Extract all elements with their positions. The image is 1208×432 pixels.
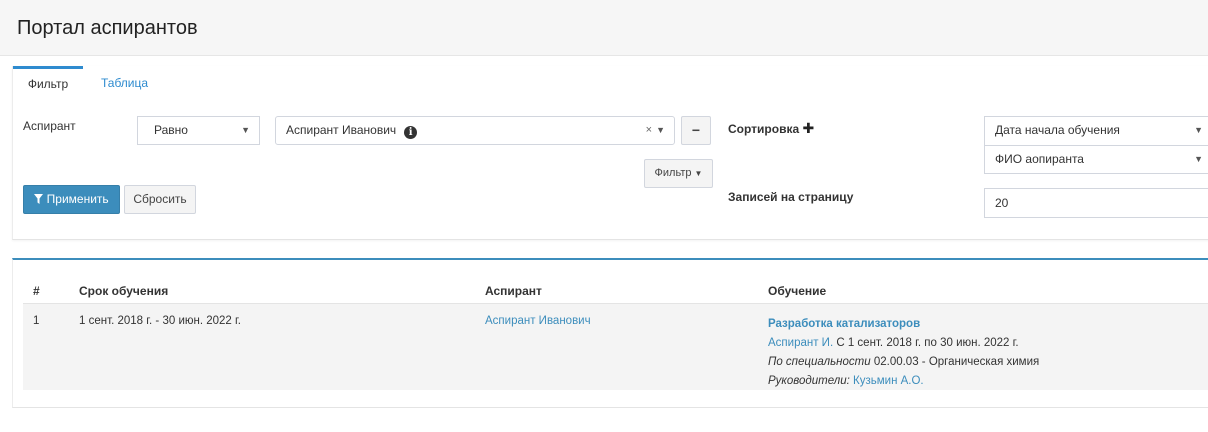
tab-table[interactable]: Таблица xyxy=(101,66,148,100)
operator-select[interactable]: Равно ▼ xyxy=(137,116,260,145)
add-filter-label: Фильтр xyxy=(654,167,692,179)
chevron-down-icon: ▼ xyxy=(656,125,665,135)
clear-icon[interactable]: × xyxy=(646,117,652,144)
apply-button[interactable]: Применить xyxy=(23,185,120,214)
info-icon[interactable]: i xyxy=(404,126,418,139)
sort-field-1-value: Дата начала обучения xyxy=(995,123,1120,137)
column-header-number: # xyxy=(33,284,40,298)
sort-field-1-select[interactable]: Дата начала обучения ▼ xyxy=(984,116,1208,145)
tab-filter[interactable]: Фильтр xyxy=(13,66,83,100)
operator-value: Равно xyxy=(154,123,188,137)
filter-icon xyxy=(34,194,44,204)
filter-field-label: Аспирант xyxy=(23,119,76,133)
chevron-down-icon: ▼ xyxy=(1194,154,1203,164)
row-study: Разработка катализаторов Аспирант И. С 1… xyxy=(768,315,1039,391)
add-filter-button[interactable]: Фильтр ▼ xyxy=(644,159,713,188)
sort-label-text: Сортировка xyxy=(728,122,800,136)
chevron-down-icon: ▼ xyxy=(1194,125,1203,135)
row-period: 1 сент. 2018 г. - 30 июн. 2022 г. xyxy=(79,315,241,327)
chevron-down-icon: ▼ xyxy=(241,125,250,135)
column-header-student: Аспирант xyxy=(485,284,542,298)
reset-button[interactable]: Сбросить xyxy=(124,185,196,214)
apply-label: Применить xyxy=(46,192,109,206)
tab-bar: Фильтр Таблица xyxy=(13,66,1208,100)
specialty-value: 02.00.03 - Органическая химия xyxy=(873,356,1040,368)
study-title-link[interactable]: Разработка катализаторов xyxy=(768,318,920,330)
supervisor-link[interactable]: Кузьмин А.О. xyxy=(853,375,924,387)
remove-condition-button[interactable]: − xyxy=(681,116,711,145)
study-student-link[interactable]: Аспирант И. xyxy=(768,337,833,349)
column-header-period: Срок обучения xyxy=(79,284,169,298)
per-page-input[interactable]: 20 xyxy=(984,188,1208,218)
student-value-select[interactable]: Аспирант Иванович i × ▼ xyxy=(275,116,675,145)
row-student-link[interactable]: Аспирант Иванович xyxy=(485,315,591,327)
caret-down-icon: ▼ xyxy=(694,169,703,178)
student-value: Аспирант Иванович xyxy=(286,123,397,137)
row-number: 1 xyxy=(33,315,40,327)
study-dates: С 1 сент. 2018 г. по 30 июн. 2022 г. xyxy=(836,337,1019,349)
page-title: Портал аспирантов xyxy=(17,17,198,39)
results-table: # Срок обучения Аспирант Обучение 1 1 се… xyxy=(12,258,1208,408)
column-header-study: Обучение xyxy=(768,284,827,298)
filter-panel: Фильтр Таблица Аспирант Равно ▼ Аспирант… xyxy=(12,66,1208,240)
plus-icon[interactable]: ✚ xyxy=(802,120,814,136)
sort-label: Сортировка ✚ xyxy=(728,120,814,137)
page-header: Портал аспирантов xyxy=(0,0,1208,56)
supervisors-label: Руководители: xyxy=(768,375,850,387)
specialty-label: По специальности xyxy=(768,356,871,368)
per-page-label: Записей на страницу xyxy=(728,190,854,204)
sort-field-2-select[interactable]: ФИО аопиранта ▼ xyxy=(984,145,1208,174)
sort-field-2-value: ФИО аопиранта xyxy=(995,152,1084,166)
